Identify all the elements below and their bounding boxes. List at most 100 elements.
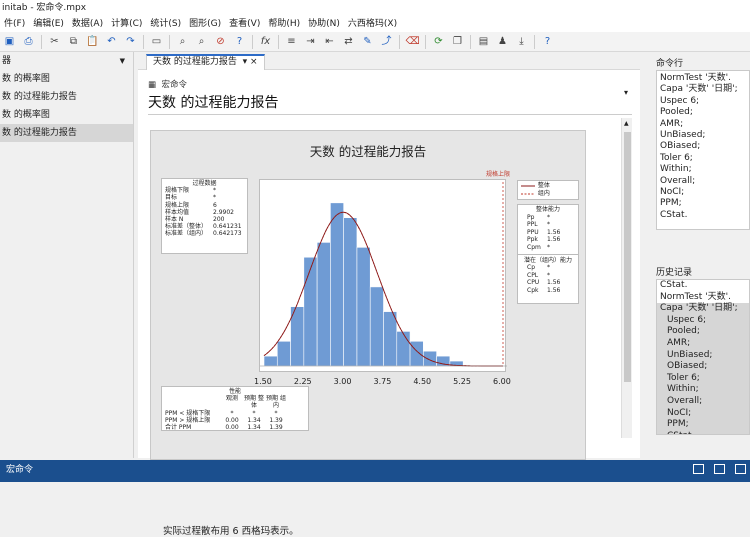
download-icon[interactable]: ⤓: [515, 35, 529, 49]
stop-icon[interactable]: ⊘: [214, 35, 228, 49]
history-line[interactable]: PPM;: [657, 419, 749, 431]
rows-icon[interactable]: ≡: [285, 35, 299, 49]
process-data-value: 6: [213, 201, 217, 209]
page-title: 天数 的过程能力报告: [148, 95, 279, 111]
menu-item[interactable]: 数据(A): [68, 16, 107, 32]
legend-overall: 整体: [520, 182, 576, 190]
performance-value: 0.00: [225, 416, 239, 424]
nav-item[interactable]: 数 的概率图: [0, 70, 133, 88]
chevron-down-icon[interactable]: ▾: [624, 88, 628, 97]
chevron-down-icon[interactable]: ▼: [120, 52, 125, 70]
scroll-thumb[interactable]: [624, 132, 631, 382]
find-icon[interactable]: ⌕: [176, 35, 190, 49]
report-icon[interactable]: ▤: [477, 35, 491, 49]
command-line: UnBiased;: [660, 130, 706, 141]
capability-key: CPU: [527, 279, 540, 287]
performance-table: 性能 观测 预期 整体 预期 组内 PPM < 规格下限 * * * PPM > 规格上限 0.0…: [161, 386, 309, 431]
command-line: NormTest '天数'.: [660, 73, 731, 83]
history-box[interactable]: CStat. NormTest '天数'. Capa '天数' '日期'; Uspec…: [656, 279, 750, 435]
find-next-icon[interactable]: ⌕: [195, 35, 209, 49]
menu-item[interactable]: 查看(V): [225, 16, 264, 32]
help-icon[interactable]: ?: [233, 35, 247, 49]
brush-icon[interactable]: ✎: [361, 35, 375, 49]
histogram-bar: [409, 340, 424, 367]
menu-item[interactable]: 编辑(E): [29, 16, 68, 32]
within-capability-header: 潜在（组内）能力: [523, 256, 572, 264]
histogram-bar: [276, 340, 291, 367]
redo-icon[interactable]: ↷: [124, 35, 138, 49]
window-title: initab - 宏命令.mpx: [2, 3, 87, 13]
cut-icon[interactable]: ✂: [48, 35, 62, 49]
toolbar: ▣ ⎙ ✂ ⧉ 📋 ↶ ↷ ▭ ⌕ ⌕ ⊘ ? fx ≡ ⇥ ⇤ ⇄ ✎ ⤴ ⌫…: [0, 32, 750, 52]
scroll-up-icon[interactable]: ▲: [624, 120, 629, 127]
menu-item[interactable]: 帮助(H): [264, 16, 304, 32]
tab-pin-icon[interactable]: ▾: [243, 57, 248, 67]
view-buttons: [693, 464, 746, 474]
histogram-bar: [316, 242, 331, 367]
graph-title: 天数 的过程能力报告: [309, 144, 427, 159]
full-view-icon[interactable]: [735, 464, 746, 474]
capability-key: PPL: [527, 221, 538, 229]
process-data-value: 2.9902: [213, 208, 234, 216]
performance-row: PPM < 规格下限 * * *: [165, 410, 305, 417]
history-line[interactable]: UnBiased;: [657, 349, 749, 362]
menu-item[interactable]: 统计(S): [146, 16, 185, 32]
menu-item[interactable]: 计算(C): [107, 16, 146, 32]
performance-value: 1.39: [269, 424, 283, 432]
refresh-icon[interactable]: ⟳: [432, 35, 446, 49]
tab-close-icon[interactable]: ×: [250, 57, 258, 67]
history-line[interactable]: Capa '天数' '日期';: [657, 303, 749, 315]
history-line[interactable]: CStat.: [657, 280, 749, 292]
capability-graph[interactable]: 天数 的过程能力报告 过程数据 规格下限 * 目标 * 规格上限 6 样本均值 2.9902 样…: [150, 130, 586, 537]
capability-key: Cp: [527, 264, 535, 272]
save-icon[interactable]: ▣: [3, 35, 17, 49]
split-view-icon[interactable]: [714, 464, 725, 474]
print-icon[interactable]: ⎙: [22, 35, 36, 49]
undo-icon[interactable]: ↶: [105, 35, 119, 49]
info-icon[interactable]: ?: [541, 35, 555, 49]
assistant-icon[interactable]: ♟: [496, 35, 510, 49]
history-line[interactable]: OBiased;: [657, 361, 749, 373]
menu-item[interactable]: 协助(N): [304, 16, 344, 32]
copy-icon[interactable]: ⧉: [67, 35, 81, 49]
command-line-box[interactable]: NormTest '天数'. Capa '天数' '日期'; Uspec 6; Poo…: [656, 70, 750, 230]
insert-column-icon[interactable]: ⇤: [323, 35, 337, 49]
tab-report[interactable]: 天数 的过程能力报告 ▾ ×: [146, 54, 265, 70]
process-data-row: 样本均值 2.9902: [165, 209, 244, 216]
vertical-scrollbar[interactable]: ▲: [621, 118, 632, 438]
history-line[interactable]: NoCI;: [657, 407, 749, 420]
menu-item[interactable]: 六西格玛(X): [344, 16, 401, 32]
insert-row-icon[interactable]: ⇥: [304, 35, 318, 49]
paste-icon[interactable]: 📋: [86, 35, 100, 49]
history-line[interactable]: Uspec 6;: [657, 314, 749, 327]
x-tick-label: 4.50: [413, 377, 432, 386]
command-line: Overall;: [660, 175, 696, 186]
performance-blank: [165, 395, 221, 409]
eraser-icon[interactable]: ⌫: [406, 35, 420, 49]
history-line[interactable]: NormTest '天数'.: [657, 292, 749, 304]
history-line[interactable]: CStat.: [657, 430, 749, 434]
nav-item[interactable]: 数 的过程能力报告: [0, 88, 133, 106]
histogram-bar: [396, 331, 411, 367]
menu-item[interactable]: 件(F): [0, 16, 29, 32]
grid-view-icon[interactable]: [693, 464, 704, 474]
move-icon[interactable]: ⇄: [342, 35, 356, 49]
process-data-key: 规格上限: [165, 201, 190, 209]
history-line[interactable]: Pooled;: [657, 326, 749, 338]
history-line[interactable]: Within;: [657, 384, 749, 396]
capability-row: Cp *: [521, 264, 575, 272]
menu-item[interactable]: 图形(G): [185, 16, 225, 32]
history-line[interactable]: Overall;: [657, 395, 749, 408]
layers-icon[interactable]: ❐: [451, 35, 465, 49]
graph-edit-icon[interactable]: ⤴: [380, 35, 394, 49]
history-line[interactable]: Toler 6;: [657, 372, 749, 385]
nav-item-selected[interactable]: 数 的过程能力报告: [0, 124, 133, 142]
nav-item[interactable]: 数 的概率图: [0, 106, 133, 124]
history-line[interactable]: AMR;: [657, 337, 749, 350]
capability-key: Pp: [527, 213, 535, 221]
process-data-table: 过程数据 规格下限 * 目标 * 规格上限 6 样本均值 2.9902 样本 N 200 标准差（整…: [161, 178, 248, 254]
performance-col-header: 观测 预期 整体 预期 组内: [165, 395, 305, 409]
window-icon[interactable]: ▭: [150, 35, 164, 49]
capability-value: *: [547, 213, 550, 221]
function-icon[interactable]: fx: [259, 35, 273, 49]
